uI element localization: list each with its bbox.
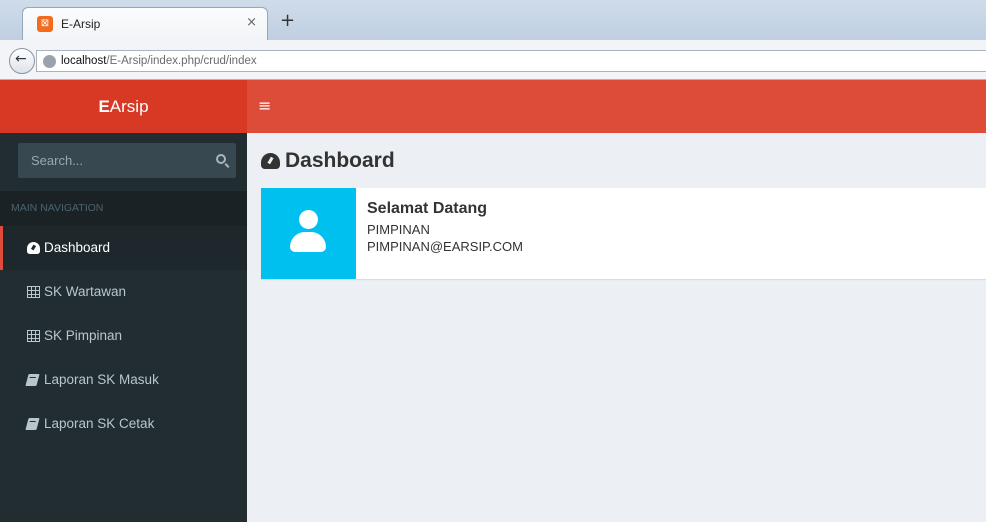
welcome-info-box: Selamat Datang PIMPINAN PIMPINAN@EARSIP.… <box>261 188 986 279</box>
sidebar-item-sk-pimpinan[interactable]: SK Pimpinan <box>0 314 247 358</box>
browser-tab[interactable]: ⊠ E-Arsip × <box>22 7 268 40</box>
sidebar-item-dashboard[interactable]: Dashboard <box>0 226 247 270</box>
book-icon <box>25 418 40 430</box>
sidebar-item-label: SK Wartawan <box>44 284 127 299</box>
url-text: localhost/E-Arsip/index.php/crud/index <box>61 55 257 67</box>
welcome-title: Selamat Datang <box>367 200 488 217</box>
sidebar-item-laporan-sk-cetak[interactable]: Laporan SK Cetak <box>0 402 247 446</box>
search-input[interactable] <box>18 143 198 178</box>
close-tab-icon[interactable]: × <box>246 15 257 30</box>
site-info-icon[interactable] <box>43 55 56 68</box>
app-favicon-icon: ⊠ <box>37 16 53 32</box>
sidebar-item-label: SK Pimpinan <box>44 328 123 343</box>
sidebar-search <box>18 143 236 178</box>
user-role: PIMPINAN <box>367 222 430 237</box>
table-icon <box>27 330 40 342</box>
table-icon <box>27 286 40 298</box>
app-logo: EArsip <box>0 97 247 117</box>
nav-header: MAIN NAVIGATION <box>0 191 247 226</box>
sidebar: MAIN NAVIGATION Dashboard SK Wartawan SK… <box>0 133 247 522</box>
sidebar-item-label: Laporan SK Cetak <box>44 416 155 431</box>
address-bar[interactable]: localhost/E-Arsip/index.php/crud/index <box>36 50 986 72</box>
logo-bar[interactable]: EArsip <box>0 80 247 133</box>
page-title: Dashboard <box>285 149 395 172</box>
search-icon[interactable] <box>216 154 226 164</box>
app-root: EArsip ≡ MAIN NAVIGATION Dashboard SK Wa… <box>0 80 986 522</box>
user-icon <box>289 210 327 254</box>
user-icon-body <box>290 232 326 252</box>
top-navbar: ≡ <box>247 80 986 133</box>
dashboard-icon <box>261 153 280 169</box>
logo-rest: Arsip <box>109 97 149 116</box>
new-tab-button[interactable]: + <box>280 10 295 31</box>
url-path: /E-Arsip/index.php/crud/index <box>106 55 257 67</box>
info-box-icon-area <box>261 188 356 279</box>
url-host: localhost <box>61 55 107 67</box>
sidebar-menu: Dashboard SK Wartawan SK Pimpinan Lapora… <box>0 226 247 446</box>
back-arrow-icon: ← <box>15 51 27 67</box>
sidebar-item-laporan-sk-masuk[interactable]: Laporan SK Masuk <box>0 358 247 402</box>
browser-window: ⊠ E-Arsip × + ← localhost/E-Arsip/index.… <box>0 0 986 80</box>
book-icon <box>25 374 40 386</box>
main-content: Dashboard Selamat Datang PIMPINAN PIMPIN… <box>247 133 986 522</box>
dashboard-icon <box>27 242 40 254</box>
sidebar-item-label: Laporan SK Masuk <box>44 372 159 387</box>
tab-title: E-Arsip <box>61 17 101 31</box>
logo-bold: E <box>98 97 110 116</box>
back-button[interactable]: ← <box>9 48 35 74</box>
tab-strip: ⊠ E-Arsip × + <box>0 0 986 40</box>
user-email: PIMPINAN@EARSIP.COM <box>367 239 523 254</box>
sidebar-item-label: Dashboard <box>44 240 111 255</box>
browser-toolbar: ← localhost/E-Arsip/index.php/crud/index <box>0 40 986 80</box>
sidebar-item-sk-wartawan[interactable]: SK Wartawan <box>0 270 247 314</box>
user-icon-head <box>299 210 318 229</box>
sidebar-toggle-icon[interactable]: ≡ <box>258 96 271 115</box>
